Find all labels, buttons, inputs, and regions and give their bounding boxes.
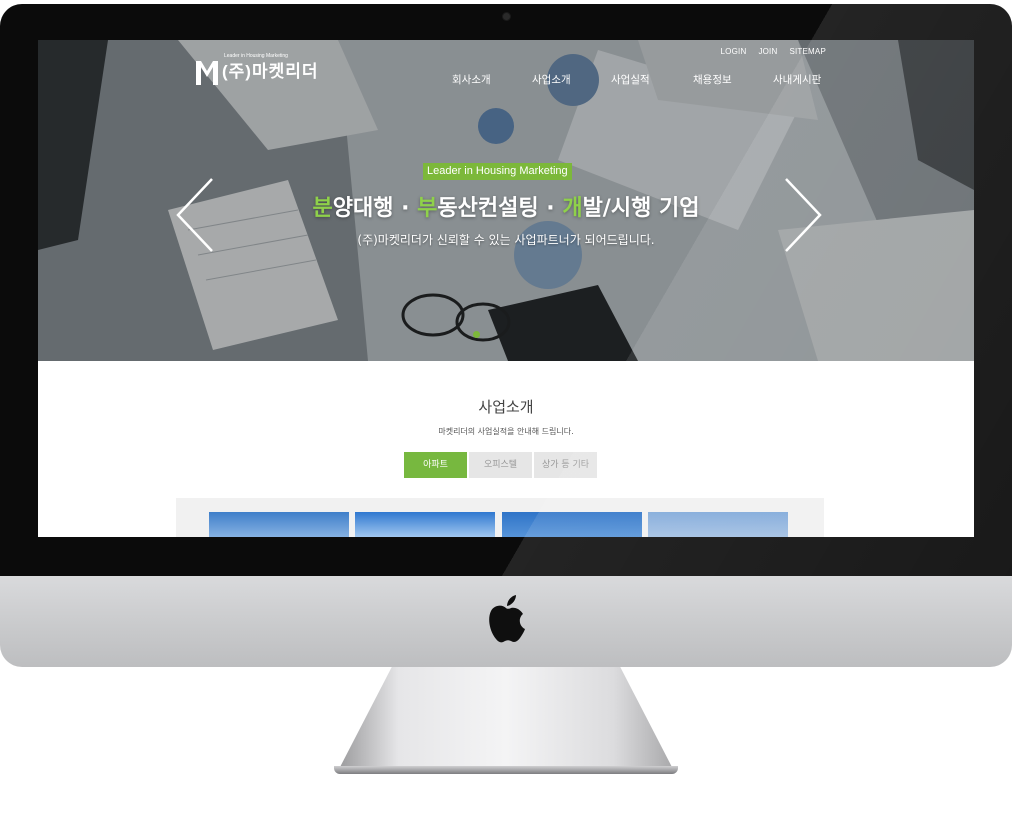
- hero-title-part: 개: [562, 196, 583, 221]
- nav-item-company[interactable]: 회사소개: [452, 72, 491, 87]
- website-screen: LOGIN JOIN SITEMAP Leader in Housing Mar…: [38, 40, 974, 537]
- slider-dot-active[interactable]: [473, 331, 480, 338]
- login-link[interactable]: LOGIN: [721, 47, 747, 56]
- hero-slider: LOGIN JOIN SITEMAP Leader in Housing Mar…: [38, 40, 974, 361]
- camera-icon: [503, 13, 510, 20]
- logo-tagline: Leader in Housing Marketing: [224, 53, 288, 59]
- tab-apartment[interactable]: 아파트: [404, 452, 467, 478]
- chevron-left-icon[interactable]: [172, 177, 218, 253]
- chevron-right-icon[interactable]: [780, 177, 826, 253]
- utility-links: LOGIN JOIN SITEMAP: [721, 47, 826, 56]
- imac-stand-foot: [334, 766, 678, 774]
- join-link[interactable]: JOIN: [758, 47, 777, 56]
- section-description: 마켓리더의 사업실적을 안내해 드립니다.: [438, 427, 574, 436]
- apple-logo-icon: [489, 595, 525, 643]
- hero-title-part: 발/시행 기업: [582, 196, 700, 221]
- project-thumbnail[interactable]: [648, 512, 788, 537]
- imac-stand: [338, 667, 674, 771]
- category-tabs: 아파트 오피스텔 상가 등 기타: [404, 452, 597, 478]
- project-thumbnail[interactable]: [355, 512, 495, 537]
- hero-title-part: 부: [417, 196, 438, 221]
- project-thumbnail[interactable]: [502, 512, 642, 537]
- hero-badge: Leader in Housing Marketing: [423, 163, 572, 180]
- project-thumbnail[interactable]: [209, 512, 349, 537]
- nav-item-recruit[interactable]: 채용정보: [693, 72, 732, 87]
- tab-commercial-etc[interactable]: 상가 등 기타: [534, 452, 597, 478]
- section-title: 사업소개: [478, 398, 534, 416]
- nav-item-business[interactable]: 사업소개: [532, 72, 571, 87]
- hero-title-part: 동산컨설팅 ·: [437, 196, 563, 221]
- tab-officetel[interactable]: 오피스텔: [469, 452, 532, 478]
- hero-title-part: 분: [312, 196, 333, 221]
- main-nav: 회사소개 사업소개 사업실적 채용정보 사내게시판: [38, 72, 974, 88]
- nav-item-board[interactable]: 사내게시판: [773, 72, 821, 87]
- sitemap-link[interactable]: SITEMAP: [789, 47, 826, 56]
- project-gallery: [176, 498, 824, 537]
- nav-item-results[interactable]: 사업실적: [611, 72, 650, 87]
- hero-title-part: 양대행 ·: [332, 196, 418, 221]
